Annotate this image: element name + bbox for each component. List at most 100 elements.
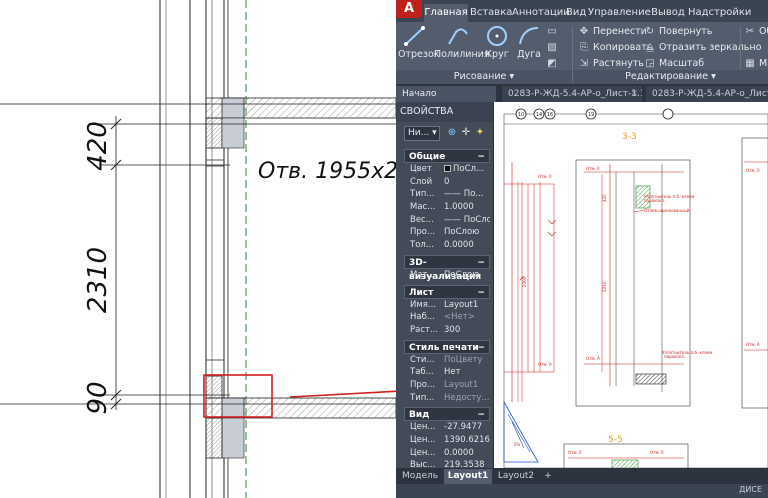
- rotate-tool[interactable]: ↻ Повернуть: [644, 24, 713, 39]
- property-row[interactable]: Тип... —— По...: [404, 188, 490, 201]
- collapse-icon[interactable]: −: [477, 408, 485, 422]
- polyline-tool[interactable]: Полилиния: [434, 22, 490, 72]
- screen: 420 2310 90 Отв. 1955х2 A Главная Вставк…: [0, 0, 768, 498]
- tab-layout1[interactable]: Layout1: [444, 469, 492, 484]
- add-layout-button[interactable]: +: [540, 469, 556, 484]
- tab-start[interactable]: Начало: [396, 86, 496, 102]
- property-section-title: Лист: [409, 287, 434, 298]
- array-tool[interactable]: ▦ Ма: [744, 56, 768, 71]
- property-value[interactable]: ПоСлою: [444, 226, 490, 239]
- property-row[interactable]: Тол... 0.0000: [404, 239, 490, 252]
- property-section-header[interactable]: Стиль печати −: [404, 339, 490, 355]
- property-value[interactable]: 1390.6216: [444, 434, 490, 447]
- property-section-header[interactable]: Общие −: [404, 149, 490, 163]
- property-value[interactable]: -27.9477: [444, 421, 490, 434]
- hatch-tool[interactable]: ▨: [546, 40, 561, 55]
- svg-text:Отм. 0: Отм. 0: [586, 166, 600, 171]
- stretch-tool[interactable]: ⇲ Растянуть: [578, 56, 644, 71]
- move-tool[interactable]: ✥ Перенести: [578, 24, 647, 39]
- region-tool[interactable]: ◩: [546, 56, 561, 71]
- property-row[interactable]: Цвет ПоСл...: [404, 163, 490, 176]
- status-text: ДИСЕ: [739, 485, 762, 494]
- property-value[interactable]: 0.0000: [444, 447, 490, 460]
- draw-panel-title[interactable]: Рисование ▾: [396, 70, 572, 84]
- property-row[interactable]: Цен... 0.0000: [404, 447, 490, 460]
- property-section-title: Вид: [409, 410, 430, 421]
- property-row[interactable]: Раст... 300: [404, 324, 490, 337]
- dimension-text: 420: [83, 121, 113, 171]
- rectangle-tool[interactable]: ▭: [546, 24, 561, 39]
- line-tool[interactable]: Отрезок: [398, 22, 440, 72]
- close-icon[interactable]: ✕: [630, 86, 638, 102]
- property-value[interactable]: ПоЦвету: [444, 354, 490, 367]
- property-row[interactable]: Тип... Недосту...: [404, 392, 490, 405]
- layout-tab-bar: Модель Layout1 Layout2 +: [396, 468, 768, 484]
- arc-tool[interactable]: Дуга: [514, 22, 544, 72]
- property-row[interactable]: Вес... —— ПоСлою: [404, 214, 490, 227]
- dimension-text: 90: [83, 381, 113, 414]
- document-tab[interactable]: 0283-Р-ЖД-5.4-АР-о_Лист-1.5*: [646, 86, 768, 102]
- tab-layout2[interactable]: Layout2: [494, 469, 538, 484]
- tab-annotate[interactable]: Аннотации: [512, 4, 570, 22]
- property-value[interactable]: —— По...: [444, 188, 490, 201]
- property-row[interactable]: Цен... 1390.6216: [404, 434, 490, 447]
- property-section-header[interactable]: Вид −: [404, 407, 490, 422]
- property-row[interactable]: Цен... -27.9477: [404, 421, 490, 434]
- svg-text:420: 420: [602, 194, 607, 202]
- property-row[interactable]: Мас... 1.0000: [404, 201, 490, 214]
- property-value[interactable]: ПоСлою: [444, 269, 490, 282]
- property-value[interactable]: ПоСл...: [444, 163, 490, 176]
- layout-sheet[interactable]: 10 14 16 19 2300 Отм. 0 Отм. А 3-3 420 2…: [494, 102, 768, 468]
- property-value[interactable]: Недосту...: [444, 392, 490, 405]
- property-value[interactable]: 0: [444, 176, 490, 189]
- property-value[interactable]: Нет: [444, 366, 490, 379]
- quick-select-icon[interactable]: ✦: [474, 126, 486, 140]
- select-objects-icon[interactable]: ✛: [460, 126, 472, 140]
- property-row[interactable]: Имя... Layout1: [404, 299, 490, 312]
- scissors-icon: ✂: [745, 26, 755, 37]
- trim-tool[interactable]: ✂ Об: [744, 24, 768, 39]
- collapse-icon[interactable]: −: [477, 256, 485, 270]
- property-row[interactable]: Про... Layout1: [404, 379, 490, 392]
- property-row[interactable]: Сти... ПоЦвету: [404, 354, 490, 367]
- property-value[interactable]: Layout1: [444, 379, 490, 392]
- tab-model[interactable]: Модель: [398, 469, 442, 484]
- property-value[interactable]: 300: [444, 324, 490, 337]
- properties-body: Общие − Цвет ПоСл... Слой 0 Тип... —— По... Мас.…: [404, 146, 490, 472]
- tab-view[interactable]: Вид: [566, 4, 586, 22]
- modify-panel-title[interactable]: Редактирование ▾: [573, 70, 768, 84]
- collapse-icon[interactable]: −: [477, 286, 485, 300]
- property-row[interactable]: Про... ПоСлою: [404, 226, 490, 239]
- property-key: Мат...: [410, 269, 436, 280]
- property-row[interactable]: Мат... ПоСлою: [404, 269, 490, 282]
- property-section-header[interactable]: Лист −: [404, 284, 490, 300]
- grid-mark-label: 14: [536, 112, 542, 118]
- line-tool-label: Отрезок: [398, 49, 440, 60]
- collapse-icon[interactable]: −: [477, 150, 485, 164]
- property-row[interactable]: Таб... Нет: [404, 366, 490, 379]
- property-row[interactable]: Слой 0: [404, 176, 490, 189]
- property-section-header[interactable]: 3D-визуализация −: [404, 254, 490, 282]
- mirror-tool[interactable]: ⧋ Отразить зеркально: [644, 40, 762, 55]
- collapse-icon[interactable]: −: [477, 341, 485, 355]
- tab-home[interactable]: Главная: [424, 4, 468, 22]
- tab-insert[interactable]: Вставка: [470, 4, 512, 22]
- property-row[interactable]: Наб... <Нет>: [404, 311, 490, 324]
- property-value[interactable]: 0.0000: [444, 239, 490, 252]
- mirror-tool-label: Отразить зеркально: [659, 42, 762, 53]
- tab-manage[interactable]: Управление: [588, 4, 651, 22]
- property-value[interactable]: —— ПоСлою: [444, 214, 490, 227]
- application-menu-button[interactable]: A: [396, 0, 422, 18]
- tab-output[interactable]: Вывод: [650, 4, 686, 22]
- line-icon: [404, 26, 425, 46]
- circle-tool[interactable]: Круг: [482, 22, 512, 72]
- property-value[interactable]: 1.0000: [444, 201, 490, 214]
- copy-tool[interactable]: ⎘ Копировать: [578, 40, 652, 55]
- toggle-pickadd-icon[interactable]: ⊕: [446, 126, 458, 140]
- object-type-select[interactable]: Ни... ▾: [404, 126, 440, 141]
- property-value[interactable]: <Нет>: [444, 311, 490, 324]
- scale-tool[interactable]: ◲ Масштаб: [644, 56, 704, 71]
- document-tab[interactable]: 0283-Р-ЖД-5.4-АР-о_Лист-1.1* ✕: [502, 86, 642, 102]
- tab-addins[interactable]: Надстройки: [688, 4, 751, 22]
- property-value[interactable]: Layout1: [444, 299, 490, 312]
